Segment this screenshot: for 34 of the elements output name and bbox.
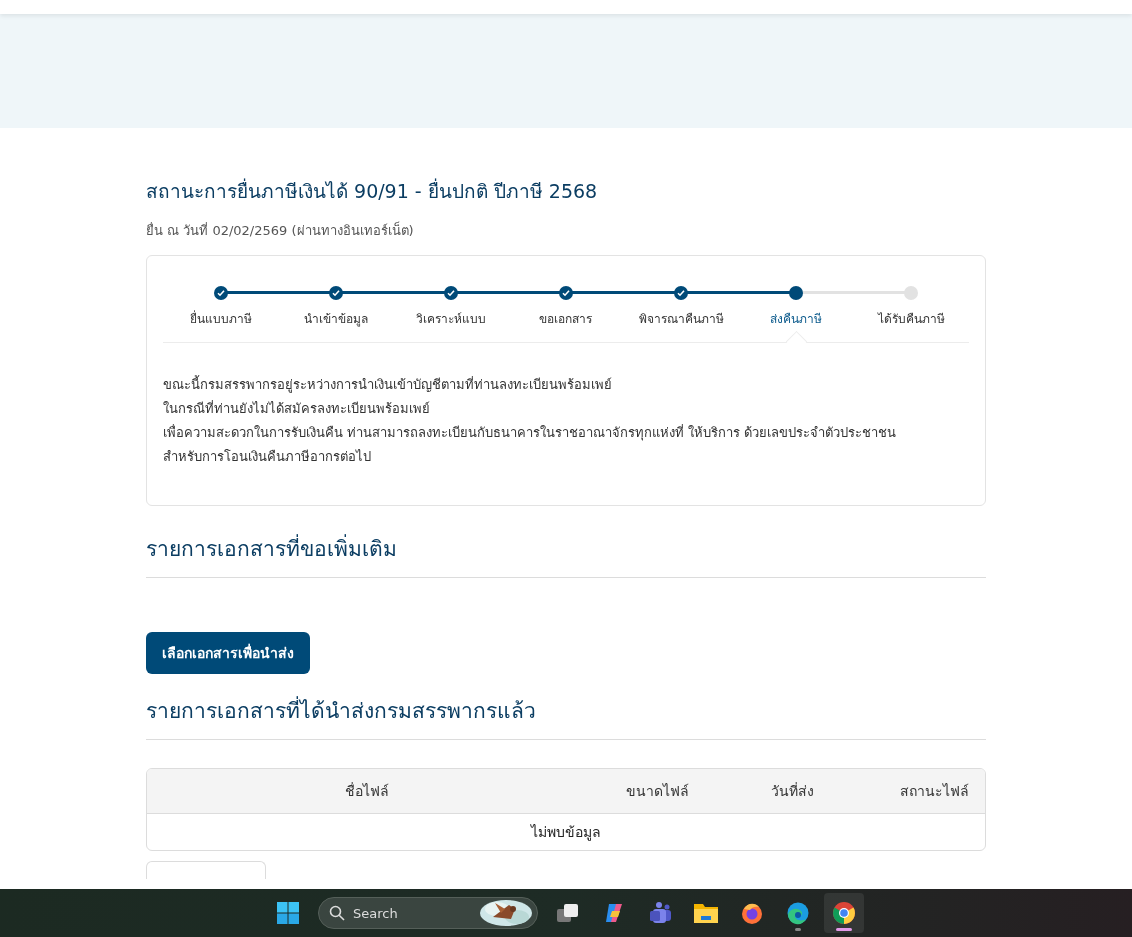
empty-message: ไม่พบข้อมูล: [529, 823, 602, 843]
step-label: พิจารณาคืนภาษี: [638, 311, 724, 328]
running-indicator: [836, 928, 852, 931]
search-icon: [329, 905, 345, 921]
fox-globe-icon: [740, 901, 764, 925]
search-placeholder: Search: [353, 905, 399, 921]
folder-icon: [693, 902, 719, 924]
message-text: ขณะนี้กรมสรรพากรอยู่ระหว่างการนำเงินเข้าบัญชีตามที่ท่านลงทะเบียนพร้อมเพย์: [163, 374, 613, 395]
step-label: นำเข้าข้อมูล: [303, 311, 368, 328]
wave-icon: [786, 901, 810, 925]
column-header: สถานะไฟล์: [899, 782, 970, 801]
step-label: ส่งคืนภาษี: [770, 311, 823, 328]
step-label: วิเคราะห์แบบ: [415, 311, 486, 328]
column-header: วันที่ส่ง: [769, 781, 815, 801]
browser-icon: [832, 901, 856, 925]
step-label: ขอเอกสาร: [539, 311, 593, 328]
column-header: ชื่อไฟล์: [344, 781, 390, 801]
search-field[interactable]: Search: [318, 897, 538, 929]
running-indicator: [795, 928, 801, 931]
windows-icon: [555, 901, 581, 925]
column-header: ขนาดไฟล์: [624, 782, 690, 801]
section-heading: รายการเอกสารที่ได้นำส่งกรมสรรพากรแล้ว: [146, 694, 986, 740]
section-heading: รายการเอกสารที่ขอเพิ่มเติม: [146, 532, 986, 578]
people-icon: [647, 901, 673, 925]
submission-date: ยื่น ณ วันที่ 02/02/2569 (ผ่านทางอินเทอร์เน็ต): [146, 220, 415, 240]
step-label: ได้รับคืนภาษี: [877, 311, 945, 328]
start-icon: [276, 901, 300, 925]
message-text: ในกรณีที่ท่านยังไม่ได้สมัครลงทะเบียนพร้อมเพย์: [163, 399, 431, 418]
select-documents-button[interactable]: เลือกเอกสารเพื่อนำส่ง: [146, 632, 310, 674]
step-label: ยื่นแบบภาษี: [189, 309, 252, 328]
message-text: สำหรับการโอนเงินคืนภาษีอากรต่อไป: [163, 448, 372, 466]
message-text: เพื่อความสะดวกในการรับเงินคืน ท่านสามารถลงทะเบียนกับธนาคารในราชอาณาจักรทุกแห่งที่ ให้บริการ ด้วยเลขประจำตัวประชาชน: [163, 423, 898, 443]
page-title: สถานะการยื่นภาษีเงินได้ 90/91 - ยื่นปกติ ปีภาษี 2568: [146, 177, 599, 204]
taskbar-app[interactable]: [824, 893, 864, 933]
